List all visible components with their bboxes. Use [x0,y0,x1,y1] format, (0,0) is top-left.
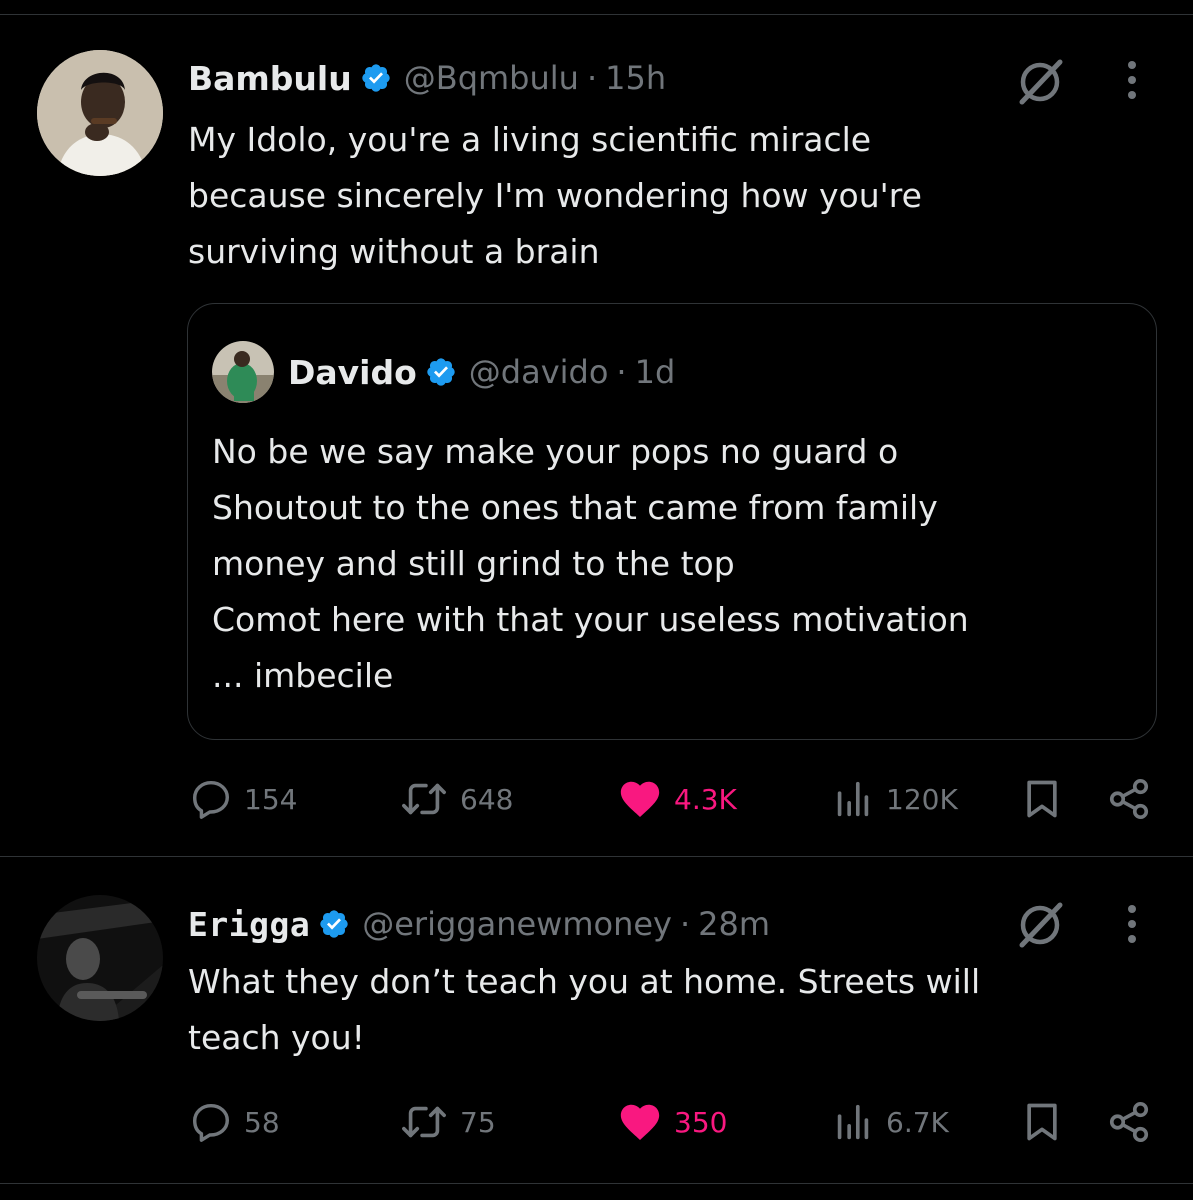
grok-icon[interactable] [1014,899,1066,951]
author-name[interactable]: Erigga [188,905,310,944]
like-icon [620,1104,660,1141]
reply-count: 58 [244,1105,280,1139]
repost-button[interactable]: 75 [398,1097,496,1147]
like-count: 350 [674,1105,728,1139]
timestamp[interactable]: 28m [698,905,770,943]
like-icon [620,781,660,818]
quoted-author-avatar[interactable] [212,341,274,403]
more-icon[interactable] [1120,899,1144,949]
views-button[interactable]: 6.7K [830,1097,949,1147]
share-icon [1109,778,1149,820]
tweet-2[interactable]: Erigga @erigganewmoney · 28m What they d… [0,857,1193,1183]
verified-badge-icon [425,356,457,388]
like-count: 4.3K [674,782,737,816]
separator-dot: · [616,353,627,391]
views-button[interactable]: 120K [830,774,958,824]
views-icon [837,781,869,817]
like-button[interactable]: 4.3K [616,774,737,824]
tweet-text: My Idolo, you're a living scientific mir… [188,120,922,271]
bookmark-button[interactable] [1020,774,1064,824]
author-handle[interactable]: @erigganewmoney [362,905,672,943]
tweet-header: Erigga @erigganewmoney · 28m [188,899,770,949]
quoted-author-handle[interactable]: @davido [469,353,609,391]
verified-badge-icon [360,62,392,94]
reply-icon [192,780,230,819]
bookmark-button[interactable] [1020,1097,1064,1147]
bottom-divider [0,1183,1193,1184]
repost-count: 75 [460,1105,496,1139]
tweet-text: What they don’t teach you at home. Stree… [188,962,981,1057]
more-icon[interactable] [1120,55,1144,105]
repost-icon [402,783,446,815]
verified-badge-icon [318,908,350,940]
repost-icon [402,1106,446,1138]
separator-dot: · [586,59,598,97]
author-avatar[interactable] [37,50,163,176]
separator-dot: · [679,905,691,943]
grok-icon[interactable] [1014,56,1066,108]
views-count: 6.7K [886,1105,949,1139]
tweet-1[interactable]: Bambulu @Bqmbulu · 15h My Idolo, you're … [0,0,1193,856]
tweet-header: Bambulu @Bqmbulu · 15h [188,53,666,103]
quoted-timestamp[interactable]: 1d [635,353,676,391]
quoted-author-name[interactable]: Davido [288,353,417,392]
author-avatar[interactable] [37,895,163,1021]
views-count: 120K [886,782,958,816]
like-button[interactable]: 350 [616,1097,727,1147]
views-icon [837,1104,869,1140]
author-handle[interactable]: @Bqmbulu [404,59,579,97]
reply-button[interactable]: 154 [188,774,297,824]
quoted-tweet-text: No be we say make your pops no guard o S… [212,432,969,695]
tweet-actions: 58 75 350 6.7K [188,1097,1158,1147]
author-name[interactable]: Bambulu [188,59,352,98]
repost-count: 648 [460,782,514,816]
reply-count: 154 [244,782,298,816]
repost-button[interactable]: 648 [398,774,513,824]
bookmark-icon [1027,1103,1057,1141]
share-button[interactable] [1106,774,1152,824]
share-icon [1109,1101,1149,1143]
quoted-tweet[interactable]: Davido @davido · 1d No be we say make yo… [187,303,1157,740]
quoted-tweet-header: Davido @davido · 1d [288,347,675,397]
bookmark-icon [1027,780,1057,818]
tweet-actions: 154 648 4.3K 120K [188,774,1158,824]
timestamp[interactable]: 15h [605,59,666,97]
share-button[interactable] [1106,1097,1152,1147]
reply-button[interactable]: 58 [188,1097,280,1147]
reply-icon [192,1103,230,1142]
